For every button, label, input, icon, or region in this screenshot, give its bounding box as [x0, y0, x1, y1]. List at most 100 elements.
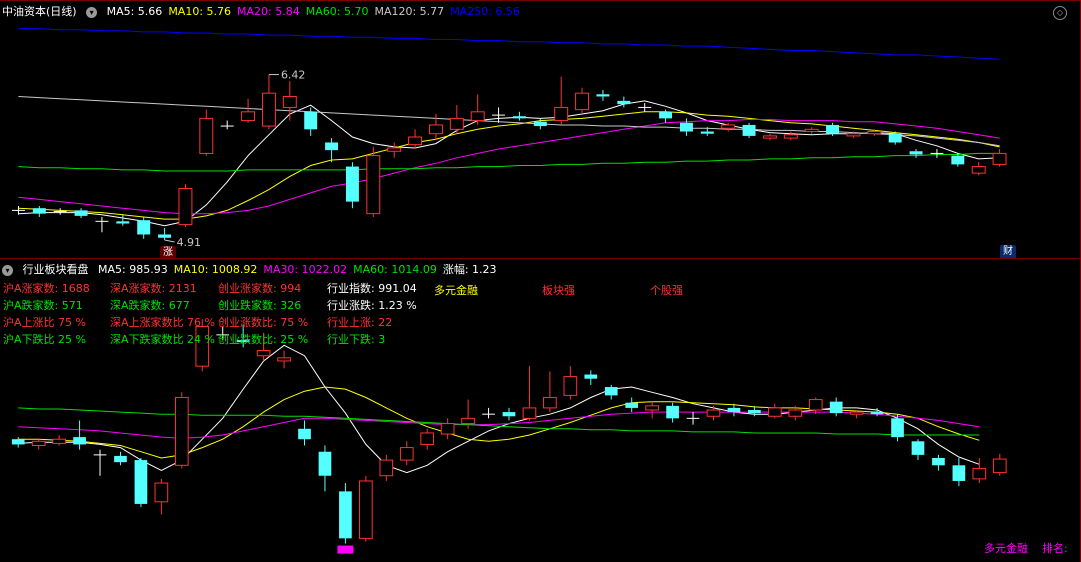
stat-col2-2: 深A上涨家数比 76 % [110, 316, 215, 329]
candle [449, 105, 464, 134]
candle [909, 149, 923, 158]
stats-col-industry: 行业指数: 991.04 行业涨跌: 1.23 % 行业上涨: 22 行业下跌: 3 [327, 282, 417, 346]
candle-body [625, 402, 639, 408]
candle-body [911, 441, 925, 455]
candle-body [32, 208, 46, 214]
ma-line-ma250 [18, 28, 1000, 60]
candle [992, 149, 1007, 167]
candle-body [617, 100, 631, 105]
candle [972, 458, 987, 484]
candle-body [304, 111, 318, 130]
stat-col1-3: 沪A下跌比 25 % [3, 333, 86, 346]
candle-body [277, 357, 291, 362]
footer-rank-label: 排名: [1042, 542, 1068, 555]
candle [93, 449, 107, 476]
candle-body [645, 405, 659, 411]
candle [492, 107, 506, 123]
candle [666, 402, 679, 423]
candle-body [804, 128, 819, 133]
candle-body [261, 92, 276, 127]
candle-body [502, 412, 516, 417]
candle [277, 350, 291, 369]
candle [440, 418, 455, 440]
stat-col1-2: 沪A上涨比 75 % [3, 316, 86, 329]
ma-line-ma10 [18, 386, 980, 459]
candle-body [428, 124, 443, 135]
candle-body [174, 396, 189, 466]
candle-body [522, 407, 537, 419]
candle [53, 208, 67, 215]
candle-body [992, 152, 1007, 165]
candle-body [178, 187, 193, 226]
candle [339, 483, 352, 544]
candle [911, 439, 925, 461]
candle-body [318, 451, 332, 476]
stat-col3-2: 创业涨数比: 75 % [218, 316, 309, 329]
candle [32, 206, 46, 217]
candle-body [870, 412, 884, 415]
candle [932, 454, 945, 471]
candle-body [563, 376, 578, 396]
candle-body [399, 447, 414, 461]
candle-body [659, 111, 673, 119]
candle [174, 392, 189, 469]
candle [325, 138, 339, 163]
candle-body [241, 111, 256, 122]
candle [137, 216, 151, 239]
candle-body [700, 131, 714, 134]
candle-body [154, 482, 169, 503]
candle-body [116, 221, 130, 224]
candle [282, 81, 297, 121]
candle [379, 454, 394, 481]
low-marker-arrow [164, 239, 175, 243]
candle [502, 407, 516, 421]
candle-body [596, 94, 610, 97]
candle [952, 458, 966, 487]
candle-body [199, 117, 214, 154]
candle [596, 89, 610, 101]
candle [971, 162, 986, 176]
candle [563, 366, 578, 400]
candle-body [891, 418, 904, 438]
candle [261, 74, 276, 130]
sector-strong-label: 板块强 [542, 284, 575, 297]
candle [522, 366, 537, 421]
candle [470, 94, 485, 125]
candle-body [584, 374, 598, 379]
candle-body [533, 121, 547, 127]
candle [114, 451, 127, 466]
stat-col2-0: 深A涨家数: 2131 [110, 282, 197, 295]
candle-body [992, 458, 1007, 474]
low-signal-marker [337, 545, 354, 554]
candle [512, 111, 526, 121]
candle-body [470, 111, 485, 122]
candle-body [73, 437, 86, 445]
candle-body [727, 407, 741, 413]
candle [706, 405, 721, 421]
candle-body [52, 438, 66, 444]
chart-window: 中油资本(日线) ▾ MA5: 5.66 MA10: 5.76 MA20: 5.84… [0, 0, 1081, 562]
candle-body [679, 122, 693, 132]
candle-body [298, 428, 311, 440]
candle [420, 428, 435, 450]
candle [95, 216, 109, 233]
candle-body [829, 401, 843, 414]
low-marker-label: 4.91 [177, 236, 202, 249]
finance-badge[interactable]: 财 [1000, 245, 1016, 259]
candle [804, 127, 819, 134]
candle-body [849, 411, 864, 415]
candle-body [543, 396, 557, 409]
candle [543, 371, 557, 413]
candle [158, 227, 172, 240]
candle-body [512, 116, 526, 119]
candle [408, 129, 423, 150]
candle-body [742, 124, 756, 136]
candle-body [706, 409, 721, 417]
stat-col4-2: 行业上涨: 22 [327, 316, 393, 329]
candle-body [666, 405, 679, 419]
price-chart[interactable]: 6.42 4.91 [0, 0, 1081, 258]
candle-body [721, 124, 736, 129]
candle-body [788, 409, 803, 417]
candle-body [554, 106, 569, 122]
candle [199, 109, 214, 156]
